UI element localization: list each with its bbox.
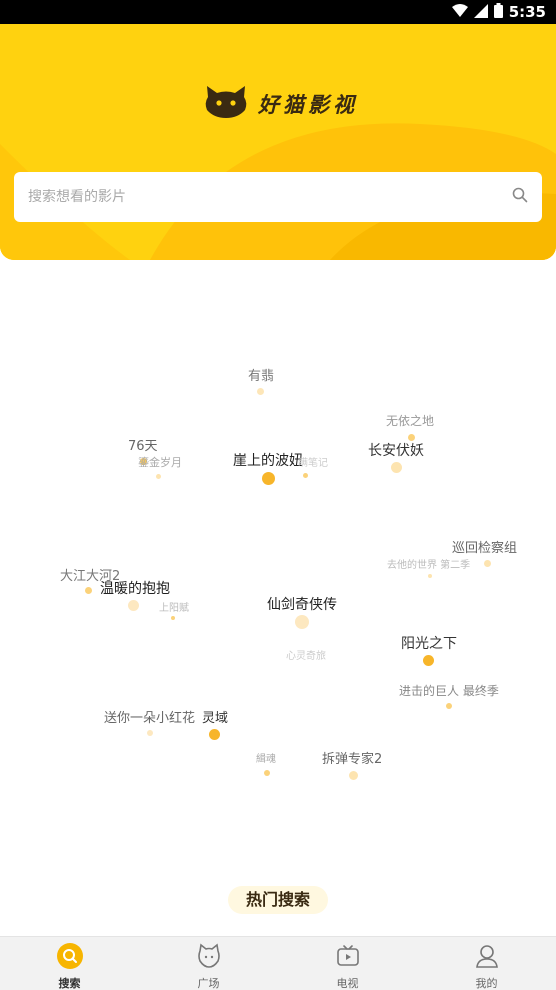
user-tab-icon xyxy=(474,943,500,973)
tag-dot xyxy=(262,472,275,485)
tag-dot xyxy=(171,616,175,620)
hot-tag[interactable]: 緝魂 xyxy=(256,750,276,765)
tag-dot xyxy=(349,771,358,780)
status-icons: 5:35 xyxy=(451,2,546,22)
cat-head-icon xyxy=(204,85,248,123)
tab-square[interactable]: 广场 xyxy=(139,937,278,990)
tab-mine[interactable]: 我的 xyxy=(417,937,556,990)
tag-dot xyxy=(303,473,308,478)
hot-tag[interactable]: 灵域 xyxy=(202,707,228,726)
status-bar: 5:35 xyxy=(0,0,556,24)
hot-tag[interactable]: 鎏金岁月 xyxy=(138,454,182,470)
hot-tag[interactable]: 拆弹专家2 xyxy=(322,748,382,767)
tag-dot xyxy=(209,729,220,740)
bottom-tab-bar: 搜索 广场 电视 我的 xyxy=(0,936,556,990)
tag-dot xyxy=(147,730,153,736)
hot-tag[interactable]: 有翡 xyxy=(248,365,274,384)
tag-dot xyxy=(295,615,309,629)
app-logo: 好猫影视 xyxy=(204,86,358,122)
hot-tag[interactable]: 去他的世界 第二季 xyxy=(387,556,470,571)
hot-tag[interactable]: 温暖的抱抱 xyxy=(100,578,170,598)
hot-tag[interactable]: 阳光之下 xyxy=(401,633,457,653)
hot-tag[interactable]: 上阳赋 xyxy=(159,599,189,614)
hot-tag[interactable]: 瞒笔记 xyxy=(298,454,328,469)
tag-dot xyxy=(264,770,270,776)
hot-search-cloud: 有翡 无依之地 76天 鎏金岁月 崖上的波妞 瞒笔记 长安伏妖 巡回检察组 去他… xyxy=(0,260,556,880)
tag-dot xyxy=(156,474,161,479)
tag-dot xyxy=(428,574,432,578)
hot-tag[interactable]: 76天 xyxy=(128,435,158,454)
hot-tag[interactable]: 崖上的波妞 xyxy=(233,450,303,470)
hot-tag[interactable]: 无依之地 xyxy=(386,412,434,429)
tag-dot xyxy=(446,703,452,709)
hot-tag[interactable]: 送你一朵小红花 xyxy=(104,707,195,726)
hot-search-title: 热门搜索 xyxy=(228,886,328,914)
tag-dot xyxy=(391,462,402,473)
hot-tag[interactable]: 仙剑奇侠传 xyxy=(267,594,337,614)
tab-label: 电视 xyxy=(336,977,359,990)
tab-label: 广场 xyxy=(197,977,220,990)
tab-label: 搜索 xyxy=(58,977,81,990)
tag-dot xyxy=(128,600,139,611)
tv-tab-icon xyxy=(335,943,361,973)
hot-tag[interactable]: 心灵奇旅 xyxy=(286,647,326,662)
wifi-icon xyxy=(451,3,468,22)
search-box[interactable] xyxy=(14,172,542,222)
hot-tag[interactable]: 长安伏妖 xyxy=(368,440,424,460)
tag-dot xyxy=(257,388,264,395)
tag-dot xyxy=(484,560,491,567)
app-name: 好猫影视 xyxy=(258,93,358,117)
tab-search[interactable]: 搜索 xyxy=(0,937,139,990)
search-icon[interactable] xyxy=(512,187,528,207)
hot-tag[interactable]: 进击的巨人 最终季 xyxy=(399,682,499,699)
tag-dot xyxy=(423,655,434,666)
battery-icon xyxy=(493,2,503,22)
search-tab-icon xyxy=(56,943,83,973)
signal-icon xyxy=(473,3,488,22)
header-banner: 好猫影视 xyxy=(0,24,556,260)
tab-tv[interactable]: 电视 xyxy=(278,937,417,990)
hot-tag[interactable]: 巡回检察组 xyxy=(452,537,517,556)
header-background xyxy=(0,24,556,260)
cat-face-tab-icon xyxy=(196,943,222,973)
search-input[interactable] xyxy=(28,189,512,205)
status-time: 5:35 xyxy=(508,3,546,21)
tag-dot xyxy=(85,587,92,594)
tab-label: 我的 xyxy=(475,977,498,990)
